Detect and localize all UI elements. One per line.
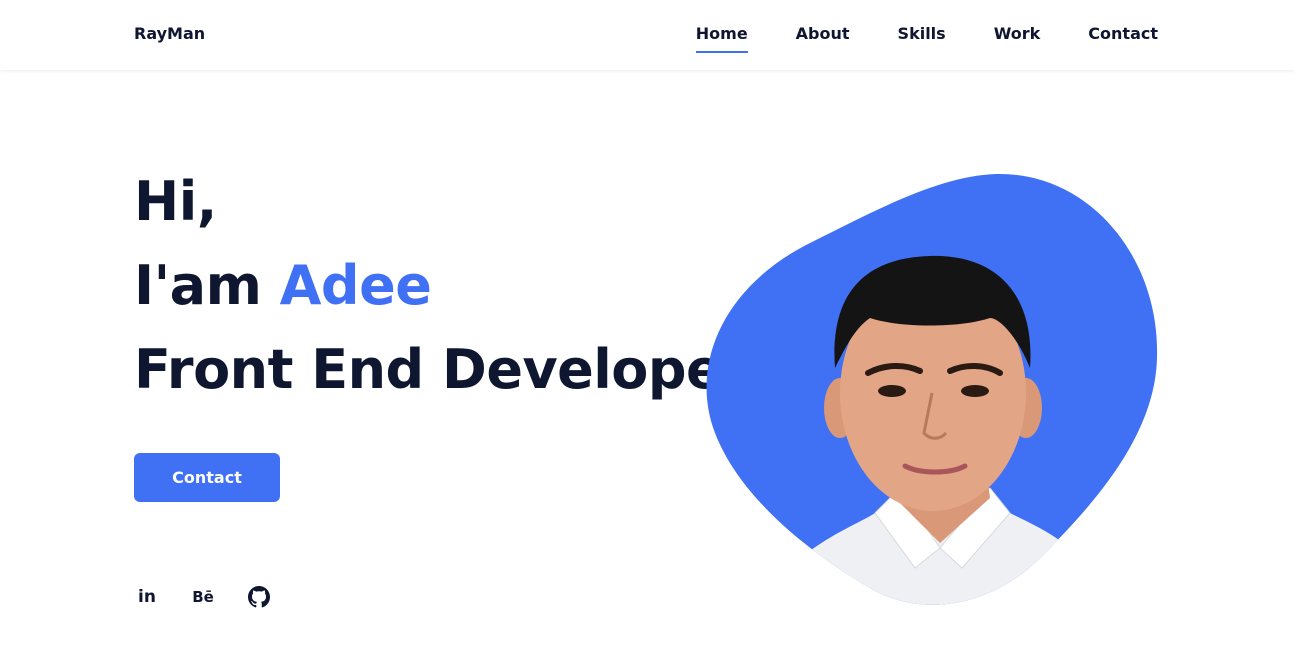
behance-icon[interactable]: Bē bbox=[190, 584, 216, 610]
nav-about[interactable]: About bbox=[796, 24, 850, 43]
nav-home[interactable]: Home bbox=[695, 24, 748, 53]
contact-button[interactable]: Contact bbox=[134, 453, 280, 502]
logo[interactable]: RayMan bbox=[134, 24, 205, 43]
hero-name: Adee bbox=[279, 254, 432, 317]
hero-greeting: Hi, bbox=[134, 170, 217, 233]
github-icon[interactable] bbox=[246, 584, 272, 610]
hero-intro: I'am Adee bbox=[134, 244, 432, 328]
profile-image bbox=[700, 168, 1170, 618]
social-links: in Bē bbox=[134, 584, 272, 610]
hero-intro-prefix: I'am bbox=[134, 254, 280, 317]
nav-work[interactable]: Work bbox=[994, 24, 1041, 43]
hero-role: Front End Developer bbox=[134, 338, 749, 401]
site-header: RayMan Home About Skills Work Contact bbox=[0, 0, 1294, 70]
linkedin-icon[interactable]: in bbox=[134, 584, 160, 610]
main-nav: Home About Skills Work Contact bbox=[695, 24, 1158, 53]
nav-contact[interactable]: Contact bbox=[1088, 24, 1158, 43]
nav-skills[interactable]: Skills bbox=[898, 24, 946, 43]
